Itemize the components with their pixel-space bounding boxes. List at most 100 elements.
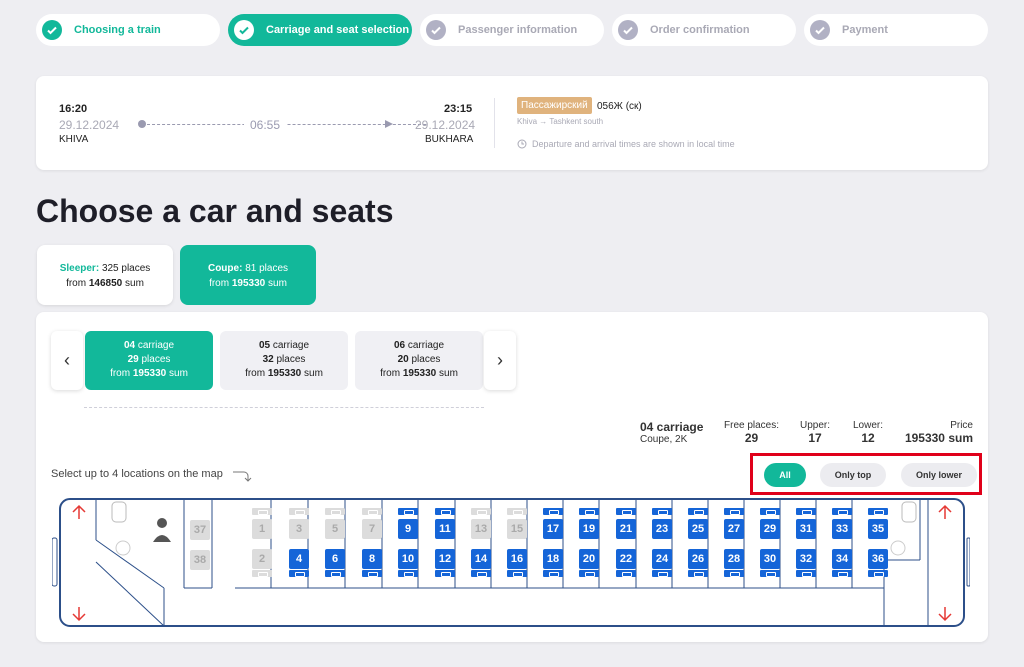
seat-19[interactable]: 19 [579,519,599,539]
seat-pillow [868,508,888,515]
seat-27[interactable]: 27 [724,519,744,539]
price-block: Price 195330 sum [905,420,973,445]
seat-6[interactable]: 6 [325,549,345,569]
seat-26[interactable]: 26 [688,549,708,569]
route-start-dot [138,120,146,128]
route-arrow-icon [385,120,393,128]
trip-summary-card: 16:20 29.12.2024 KHIVA 06:55 23:15 29.12… [36,76,988,170]
carriage-places: 20 [397,354,409,365]
seat-25[interactable]: 25 [688,519,708,539]
prev-carriage-button[interactable]: ‹ [51,331,83,390]
lower-places-value: 12 [861,431,875,445]
seat-pillow [507,570,527,577]
seat-15: 15 [507,519,527,539]
select-hint-row: Select up to 4 locations on the map [51,468,252,483]
carriage-tab-04[interactable]: 04 carriage 29 places from 195330 sum [85,331,213,390]
carriage-info-subtitle: Coupe, 2K [640,434,688,445]
seat-pillow [724,508,744,515]
seat-pillow [616,570,636,577]
step-carriage-selection[interactable]: Carriage and seat selection [228,14,412,46]
seat-17[interactable]: 17 [543,519,563,539]
seat-24[interactable]: 24 [652,549,672,569]
exit-arrow-up-icon [72,504,86,519]
step-label: Passenger information [458,24,578,36]
free-places-value: 29 [744,431,759,445]
seat-map: 37 38 1 3 5 7 9 11 13 15 17 19 21 23 25 27 29 31 33 35 2 4 6… [52,498,970,628]
seat-pillow [760,570,780,577]
seat-pillow [325,570,345,577]
carriage-word: carriage [137,340,175,351]
seat-36[interactable]: 36 [868,549,888,569]
currency: sum [439,368,458,379]
check-icon [618,20,638,40]
seat-13: 13 [471,519,491,539]
seat-32[interactable]: 32 [796,549,816,569]
seat-9[interactable]: 9 [398,519,418,539]
car-type-places: 325 places [101,263,151,274]
filter-top-button[interactable]: Only top [820,463,886,487]
check-icon [810,20,830,40]
time-note-row: Departure and arrival times are shown in… [517,139,735,149]
seat-pillow [435,508,455,515]
filter-all-button[interactable]: All [764,463,806,487]
currency: sum [268,278,287,289]
seat-5: 5 [325,519,345,539]
seat-12[interactable]: 12 [435,549,455,569]
train-type-badge: Пассажирский [517,97,592,114]
carriage-places: 29 [127,354,139,365]
step-choosing-train[interactable]: Choosing a train [36,14,220,46]
seat-pillow [252,570,272,577]
seat-22[interactable]: 22 [616,549,636,569]
from-label: from [380,368,401,379]
seat-8[interactable]: 8 [362,549,382,569]
seat-16[interactable]: 16 [507,549,527,569]
seat-pillow [868,570,888,577]
seat-21[interactable]: 21 [616,519,636,539]
seat-18[interactable]: 18 [543,549,563,569]
select-hint-text: Select up to 4 locations on the map [51,468,223,480]
free-places-label: Free places: [724,420,780,431]
seat-29[interactable]: 29 [760,519,780,539]
seat-33[interactable]: 33 [832,519,852,539]
arrival-time: 23:15 [444,103,473,115]
departure-date: 29.12.2024 [59,118,120,132]
next-carriage-button[interactable]: › [484,331,516,390]
carriage-tab-06[interactable]: 06 carriage 20 places from 195330 sum [355,331,483,390]
seat-filter-group: All Only top Only lower [750,453,982,495]
seat-pillow [362,508,382,515]
seat-14[interactable]: 14 [471,549,491,569]
price-label: Price [950,420,973,431]
lower-places-block: Lower: 12 [853,420,883,445]
seat-20[interactable]: 20 [579,549,599,569]
carousel-divider [84,407,484,408]
upper-places-label: Upper: [800,420,831,431]
exit-arrow-up-icon [938,504,952,519]
seat-pillow [760,508,780,515]
seat-pillow [579,570,599,577]
seat-4[interactable]: 4 [289,549,309,569]
train-number: 056Ж (ск) [597,101,642,112]
seat-10[interactable]: 10 [398,549,418,569]
carriage-number: 04 [123,340,136,351]
filter-lower-button[interactable]: Only lower [901,463,977,487]
car-type-sleeper[interactable]: Sleeper: 325 places from 146850 sum [37,245,173,305]
step-payment: Payment [804,14,988,46]
seat-pillow [435,570,455,577]
car-type-coupe[interactable]: Coupe: 81 places from 195330 sum [180,245,316,305]
seat-pillow [471,570,491,577]
seat-34[interactable]: 34 [832,549,852,569]
seat-28[interactable]: 28 [724,549,744,569]
seat-pillow [832,508,852,515]
seat-pillow [362,570,382,577]
seat-31[interactable]: 31 [796,519,816,539]
carriage-word: carriage [407,340,445,351]
from-label: from [245,368,266,379]
seat-11[interactable]: 11 [435,519,455,539]
seat-23[interactable]: 23 [652,519,672,539]
seat-pillow [652,508,672,515]
carriage-tab-05[interactable]: 05 carriage 32 places from 195330 sum [220,331,348,390]
seat-pillow [832,570,852,577]
seat-35[interactable]: 35 [868,519,888,539]
check-icon [42,20,62,40]
seat-30[interactable]: 30 [760,549,780,569]
